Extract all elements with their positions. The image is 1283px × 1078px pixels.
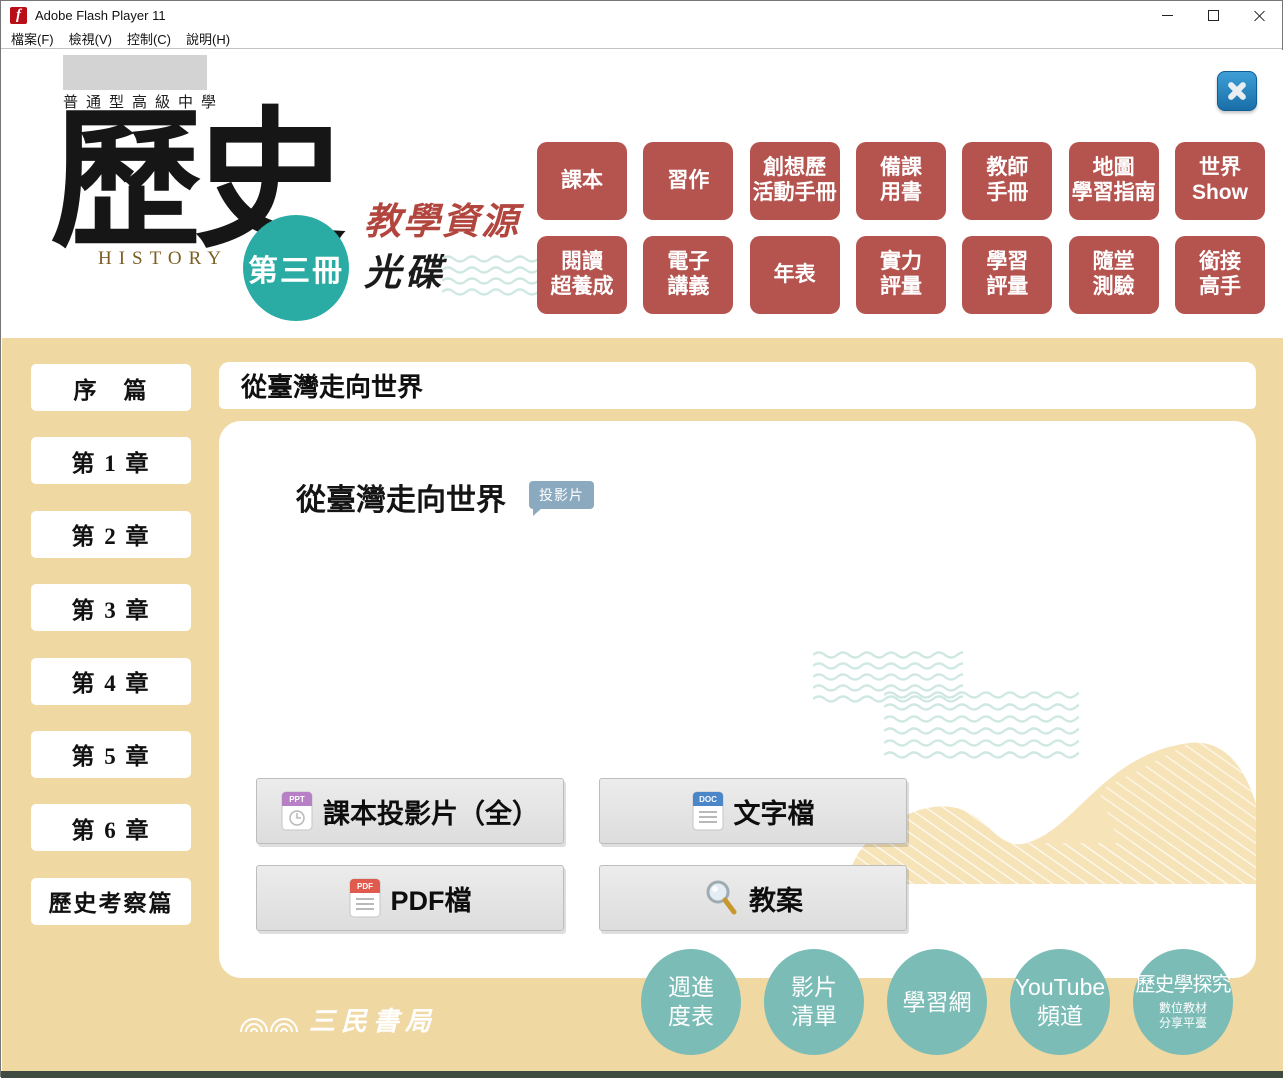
close-app-button[interactable] (1217, 71, 1257, 111)
sidebar-item-ch4[interactable]: 第 4 章 (31, 658, 191, 705)
flash-player-window: f Adobe Flash Player 11 檔案(F) 檢視(V) 控制(C… (0, 0, 1283, 1077)
footer-links: 週進 度表 影片 清單 學習網 YouTube 頻道 歷史學探究 數位教材 分享… (641, 949, 1233, 1055)
slides-all-label: 課本投影片（全） (323, 792, 539, 831)
nav-workbook[interactable]: 習作 (643, 142, 733, 220)
sidebar-item-field-study[interactable]: 歷史考察篇 (31, 878, 191, 925)
svg-text:DOC: DOC (699, 795, 717, 804)
minimize-button[interactable] (1144, 1, 1190, 29)
nav-activity-handbook[interactable]: 創想歷 活動手冊 (750, 142, 840, 220)
ppt-file-icon: PPT (281, 791, 313, 831)
close-button[interactable] (1236, 1, 1282, 29)
maximize-button[interactable] (1190, 1, 1236, 29)
publisher-name: 三民書局 (309, 1001, 437, 1038)
section-heading: 從臺灣走向世界 (241, 367, 423, 404)
learning-site-link[interactable]: 學習網 (887, 949, 987, 1055)
title-bar: f Adobe Flash Player 11 (1, 1, 1282, 29)
sidebar-item-ch1[interactable]: 第 1 章 (31, 437, 191, 484)
pdf-file-button[interactable]: PDF PDF檔 (256, 865, 564, 931)
publisher-logo: 三民書局 (239, 1001, 437, 1038)
sidebar-item-intro[interactable]: 序 篇 (31, 364, 191, 411)
menu-help[interactable]: 說明(H) (186, 29, 230, 48)
sidebar-item-ch6[interactable]: 第 6 章 (31, 804, 191, 851)
nav-map-study-guide[interactable]: 地圖 學習指南 (1069, 142, 1159, 220)
video-list-link[interactable]: 影片 清單 (764, 949, 864, 1055)
chapter-sidebar: 序 篇 第 1 章 第 2 章 第 3 章 第 4 章 第 5 章 第 6 章 … (31, 364, 191, 925)
window-controls (1144, 1, 1282, 29)
window-title: Adobe Flash Player 11 (35, 8, 166, 23)
sidebar-item-ch3[interactable]: 第 3 章 (31, 584, 191, 631)
resource-nav: 課本 習作 創想歷 活動手冊 備課 用書 教師 手冊 地圖 學習指南 世界 Sh… (537, 142, 1265, 314)
nav-teacher-manual[interactable]: 教師 手冊 (962, 142, 1052, 220)
lesson-plan-label: 教案 (749, 879, 803, 918)
nav-bridging-master[interactable]: 銜接 高手 (1175, 236, 1265, 314)
slides-tag: 投影片 (529, 481, 594, 509)
nav-learning-assessment[interactable]: 學習 評量 (962, 236, 1052, 314)
doc-file-icon: DOC (692, 791, 724, 831)
flash-player-icon: f (10, 7, 27, 24)
sidebar-item-ch5[interactable]: 第 5 章 (31, 731, 191, 778)
nav-ability-assessment[interactable]: 實力 評量 (856, 236, 946, 314)
section-heading-bar: 從臺灣走向世界 (219, 362, 1256, 409)
nav-chronology[interactable]: 年表 (750, 236, 840, 314)
tagline-resources: 教學資源 (364, 191, 520, 245)
nav-e-lecture-notes[interactable]: 電子 講義 (643, 236, 733, 314)
content-panel: 從臺灣走向世界 投影片 (219, 421, 1256, 978)
text-file-label: 文字檔 (734, 792, 815, 831)
tagline-disc: 光碟 (364, 242, 446, 296)
menu-view[interactable]: 檢視(V) (69, 29, 112, 48)
menu-file[interactable]: 檔案(F) (11, 29, 54, 48)
sidebar-item-ch2[interactable]: 第 2 章 (31, 511, 191, 558)
history-inquiry-platform-link[interactable]: 歷史學探究 數位教材 分享平臺 (1133, 949, 1233, 1055)
nav-world-show[interactable]: 世界 Show (1175, 142, 1265, 220)
nav-textbook[interactable]: 課本 (537, 142, 627, 220)
nav-lesson-prep-book[interactable]: 備課 用書 (856, 142, 946, 220)
maximize-icon (1208, 10, 1219, 21)
text-file-button[interactable]: DOC 文字檔 (599, 778, 907, 844)
slides-all-button[interactable]: PPT 課本投影片（全） (256, 778, 564, 844)
lesson-plan-button[interactable]: 教案 (599, 865, 907, 931)
unit-title: 從臺灣走向世界 (296, 475, 506, 519)
close-app-x-icon (1223, 77, 1251, 105)
pdf-file-label: PDF檔 (391, 879, 472, 918)
nav-reading-training[interactable]: 閱讀 超養成 (537, 236, 627, 314)
weekly-progress-link[interactable]: 週進 度表 (641, 949, 741, 1055)
minimize-icon (1162, 15, 1173, 16)
sanmin-arches-icon (239, 1007, 301, 1033)
publisher-logo-placeholder (63, 55, 207, 90)
wave-decoration-icon (442, 253, 548, 299)
youtube-channel-link[interactable]: YouTube 頻道 (1010, 949, 1110, 1055)
menu-bar: 檔案(F) 檢視(V) 控制(C) 說明(H) (1, 29, 1282, 49)
magnifier-icon (703, 879, 739, 917)
volume-badge: 第三冊 (243, 215, 349, 321)
nav-quiz[interactable]: 隨堂 測驗 (1069, 236, 1159, 314)
subject-logo-english: HISTORY (98, 248, 228, 270)
svg-text:PPT: PPT (289, 795, 305, 804)
file-buttons: PPT 課本投影片（全） DOC 文字檔 (256, 778, 907, 931)
header: 普通型高級中學 歷史 HISTORY 第三冊 教學資源 光碟 課本 習作 創想歷… (2, 50, 1283, 338)
close-icon (1254, 10, 1265, 21)
svg-text:PDF: PDF (357, 882, 373, 891)
menu-control[interactable]: 控制(C) (127, 29, 171, 48)
pdf-file-icon: PDF (349, 878, 381, 918)
